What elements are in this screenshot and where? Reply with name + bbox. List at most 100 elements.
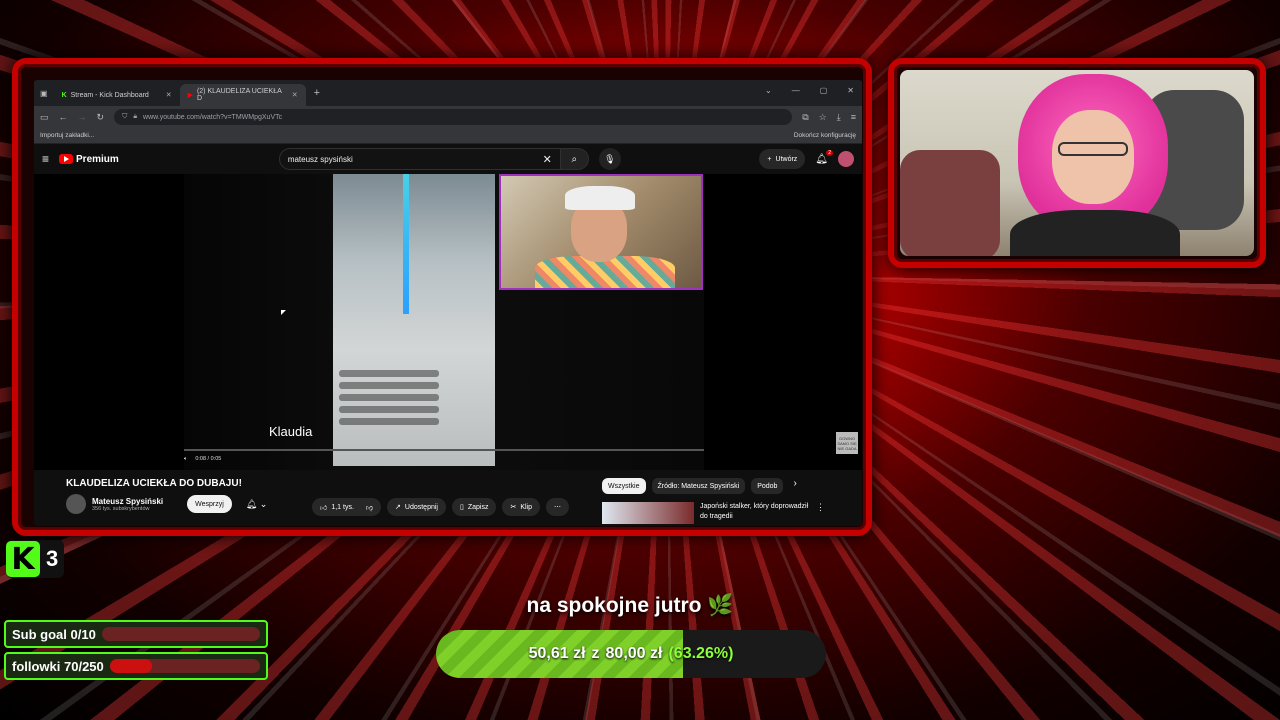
sidebar-icon[interactable]: ▭ (40, 112, 49, 123)
thumbs-down-icon[interactable]: 👎︎ (366, 503, 373, 512)
video-chat-overlay (339, 370, 439, 440)
url-field[interactable]: ⛉ 🔒︎ www.youtube.com/watch?v=TMWMpgXuVTc (114, 109, 793, 125)
search-button[interactable]: ⌕ (560, 148, 589, 170)
extension-icon[interactable]: ⧉ (802, 112, 808, 123)
back-icon[interactable]: ← (59, 112, 68, 122)
more-actions-button[interactable]: ⋯ (546, 498, 570, 516)
notifications-button[interactable]: 🔔︎ 2 (815, 149, 833, 165)
tab-search-icon[interactable]: ▣ (40, 89, 48, 98)
new-tab-icon[interactable]: + (314, 87, 320, 99)
kick-viewer-badge: K 3 (6, 540, 65, 578)
channel-avatar[interactable] (66, 494, 86, 514)
like-count: 1,1 tys. (331, 503, 354, 511)
share-label: Udostępnij (404, 503, 438, 511)
download-icon[interactable]: ⤓ (837, 112, 841, 123)
webcam-frame (888, 58, 1266, 268)
sub-goal-widget: Sub goal 0/10 (4, 620, 268, 648)
player-controls: 🔈︎ 0:08 / 0:05 (184, 456, 221, 463)
action-buttons: 👍︎ 1,1 tys. 👎︎ ↗ Udostępnij ▯ Zapisz ✂ K… (312, 498, 570, 516)
video-scene-light (403, 174, 409, 314)
sub-goal-track (101, 627, 260, 641)
kebab-menu-icon[interactable]: ⋮ (816, 502, 825, 524)
mouse-cursor-icon (281, 310, 286, 315)
recommendation-chips: Wszystkie Źródło: Mateusz Spysiński Podo… (602, 478, 797, 494)
save-button[interactable]: ▯ Zapisz (451, 498, 497, 516)
follow-goal-track (109, 659, 260, 673)
channel-row: Mateusz Spysiński 356 tys. subskrybentów… (66, 494, 267, 514)
like-button[interactable]: 👍︎ 1,1 tys. 👎︎ (312, 498, 382, 516)
donation-goal-title: na spokojne jutro 🌿 (526, 594, 734, 617)
maximize-icon[interactable]: ▢ (820, 86, 828, 95)
youtube-logo[interactable]: Premium (59, 154, 119, 165)
browser-capture-frame: ▣ K Stream - Kick Dashboard ✕ ▶ (2) KLAU… (12, 58, 872, 536)
volume-icon[interactable]: 🔈︎ (184, 456, 187, 463)
channel-name[interactable]: Mateusz Spysiński (92, 497, 163, 506)
kick-logo-icon: K (6, 541, 40, 577)
tab-kick-dashboard[interactable]: K Stream - Kick Dashboard ✕ (54, 84, 180, 106)
recommended-video[interactable]: Japoński stalker, który doprowadził do t… (602, 502, 825, 524)
chip-similar[interactable]: Podob (751, 478, 784, 494)
streamer-face (1052, 110, 1134, 204)
reload-icon[interactable]: ↻ (97, 112, 105, 123)
address-bar-row: ▭ ← → ↻ ⛉ 🔒︎ www.youtube.com/watch?v=TMW… (34, 106, 862, 128)
video-caption: Klaudia (269, 424, 313, 439)
chip-source[interactable]: Źródło: Mateusz Spysiński (651, 478, 746, 494)
star-icon[interactable]: ☆ (819, 112, 827, 123)
donation-goal-text: 50,61 zł z 80,00 zł (63.26%) (436, 630, 826, 678)
tab-close-icon[interactable]: ✕ (166, 91, 172, 99)
forward-icon[interactable]: → (78, 112, 87, 122)
url-text: www.youtube.com/watch?v=TMWMpgXuVTc (143, 113, 283, 121)
account-avatar[interactable] (838, 151, 854, 167)
youtube-header: ≡ Premium mateusz spysiński ✕ ⌕ 🎙︎ + Utw… (34, 144, 862, 174)
recommended-thumbnail[interactable] (602, 502, 694, 524)
recommended-title[interactable]: Japoński stalker, który doprowadził do t… (700, 502, 810, 524)
hamburger-icon[interactable]: ≡ (42, 152, 49, 166)
time-display: 0:08 / 0:05 (195, 456, 222, 462)
tab-youtube[interactable]: ▶ (2) KLAUDELIZA UCIEKŁA D ✕ (179, 84, 306, 106)
create-label: Utwórz (775, 155, 798, 163)
support-button[interactable]: Wesprzyj (187, 495, 232, 513)
donation-target: 80,00 zł (605, 645, 663, 662)
share-button[interactable]: ↗ Udostępnij (387, 498, 446, 516)
video-player[interactable]: Klaudia 🔈︎ 0:08 / 0:05 GOWNO SAMO SIĘ NI… (34, 174, 862, 470)
clear-search-icon[interactable]: ✕ (543, 153, 552, 166)
create-button[interactable]: + Utwórz (759, 149, 806, 169)
share-icon: ↗ (395, 504, 401, 511)
donation-separator: z (591, 645, 600, 662)
minimize-icon[interactable]: — (792, 86, 800, 95)
support-label: Wesprzyj (195, 500, 224, 508)
bookmark-icon: ▯ (459, 504, 464, 511)
tab-bar: ▣ K Stream - Kick Dashboard ✕ ▶ (2) KLAU… (34, 80, 862, 106)
import-bookmarks-link[interactable]: Importuj zakładki... (40, 132, 94, 139)
more-icon: ⋯ (554, 504, 562, 511)
clip-button[interactable]: ✂ Klip (502, 498, 541, 516)
thumbs-up-icon: 👍︎ (320, 504, 328, 512)
mic-icon: 🎙︎ (604, 153, 616, 164)
tab-label: Stream - Kick Dashboard (70, 91, 149, 99)
chip-all[interactable]: Wszystkie (602, 478, 646, 494)
window-controls: ⌄ — ▢ ✕ (765, 86, 854, 95)
finish-setup-link[interactable]: Dokończ konfigurację (794, 132, 856, 139)
video-progress-bar[interactable] (184, 449, 704, 451)
search-value: mateusz spysiński (287, 154, 353, 164)
close-window-icon[interactable]: ✕ (847, 86, 854, 95)
youtube-play-icon (59, 154, 74, 164)
lock-icon: 🔒︎ (133, 113, 138, 120)
youtube-logo-text: Premium (76, 153, 119, 165)
streamer-glasses (1058, 142, 1128, 156)
voice-search-button[interactable]: 🎙︎ (598, 148, 621, 170)
chevron-right-icon[interactable]: › (793, 478, 796, 494)
menu-icon[interactable]: ≡ (851, 112, 856, 122)
plus-icon: + (767, 155, 772, 163)
scissors-icon: ✂ (510, 504, 517, 511)
channel-subscribers: 356 tys. subskrybentów (92, 505, 150, 512)
search-input[interactable]: mateusz spysiński ✕ (278, 148, 561, 170)
subscribe-bell-icon[interactable]: 🔔︎ ⌄ (246, 499, 267, 510)
webcam-couch (900, 150, 1000, 256)
tab-label: (2) KLAUDELIZA UCIEKŁA D (196, 88, 282, 102)
browser-window: ▣ K Stream - Kick Dashboard ✕ ▶ (2) KLAU… (34, 80, 862, 526)
notification-badge: 2 (826, 149, 833, 156)
donation-goal-bar: 50,61 zł z 80,00 zł (63.26%) (436, 630, 826, 678)
tab-list-icon[interactable]: ⌄ (765, 86, 772, 95)
tab-close-icon[interactable]: ✕ (292, 91, 298, 99)
